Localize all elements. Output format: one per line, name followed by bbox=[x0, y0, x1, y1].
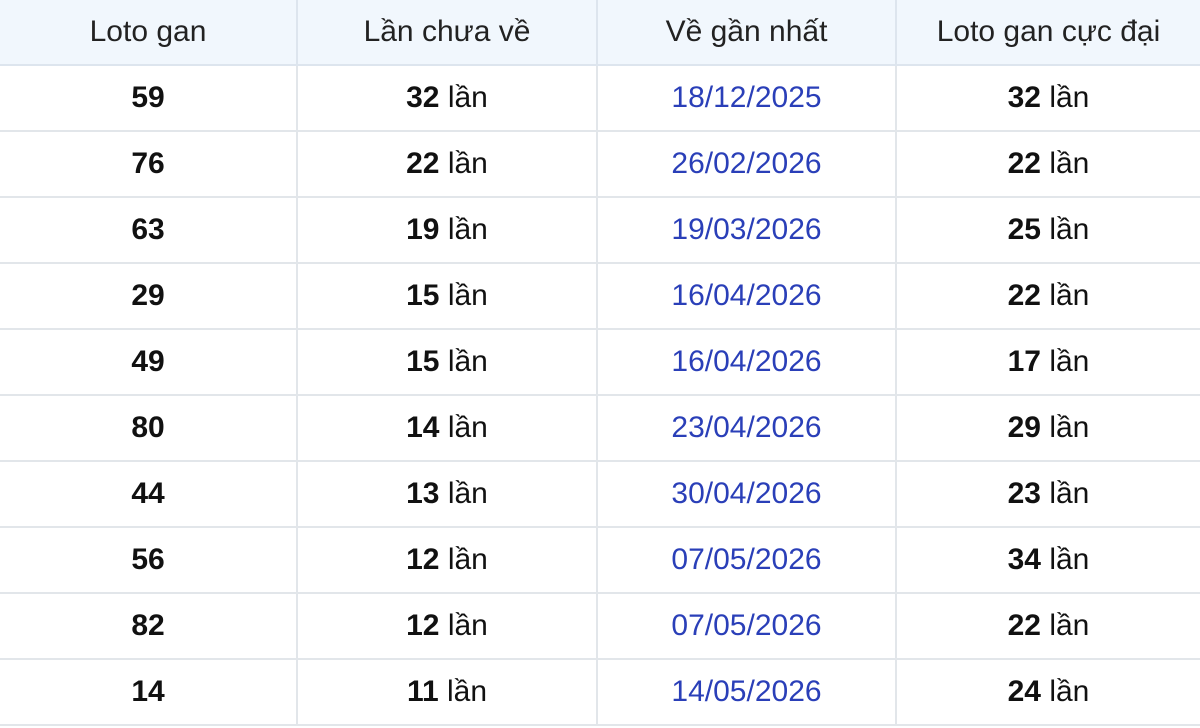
max-gap-cell: 22 lần bbox=[896, 131, 1200, 198]
table-row: 44 13 lần 30/04/2026 23 lần bbox=[0, 461, 1200, 528]
missed-count: 14 bbox=[406, 411, 440, 444]
last-seen-date: 19/03/2026 bbox=[597, 197, 897, 264]
loto-number: 44 bbox=[0, 461, 298, 528]
max-gap-count: 17 bbox=[1007, 345, 1041, 378]
missed-count: 12 bbox=[406, 609, 440, 642]
header-loto-gan-cuc-dai: Loto gan cực đại bbox=[896, 0, 1200, 66]
last-seen-date: 23/04/2026 bbox=[597, 395, 897, 462]
max-gap-count: 22 bbox=[1007, 147, 1041, 180]
table-row: 63 19 lần 19/03/2026 25 lần bbox=[0, 197, 1200, 264]
unit-label: lần bbox=[447, 543, 488, 576]
unit-label: lần bbox=[1049, 675, 1090, 708]
missed-count: 13 bbox=[406, 477, 440, 510]
unit-label: lần bbox=[447, 147, 488, 180]
unit-label: lần bbox=[447, 411, 488, 444]
table-row: 56 12 lần 07/05/2026 34 lần bbox=[0, 527, 1200, 594]
missed-count-cell: 15 lần bbox=[297, 329, 598, 396]
table-row: 49 15 lần 16/04/2026 17 lần bbox=[0, 329, 1200, 396]
table-body: 59 32 lần 18/12/2025 32 lần 76 22 lần 26/02/20… bbox=[0, 65, 1200, 726]
loto-number: 80 bbox=[0, 395, 298, 462]
missed-count-cell: 12 lần bbox=[297, 527, 598, 594]
last-seen-date: 16/04/2026 bbox=[597, 263, 897, 330]
table-row: 80 14 lần 23/04/2026 29 lần bbox=[0, 395, 1200, 462]
last-seen-date: 18/12/2025 bbox=[597, 65, 897, 132]
last-seen-date: 14/05/2026 bbox=[597, 659, 897, 726]
table-row: 82 12 lần 07/05/2026 22 lần bbox=[0, 593, 1200, 660]
max-gap-count: 22 bbox=[1007, 609, 1041, 642]
missed-count: 22 bbox=[406, 147, 440, 180]
unit-label: lần bbox=[1049, 411, 1090, 444]
max-gap-count: 24 bbox=[1007, 675, 1041, 708]
unit-label: lần bbox=[1049, 213, 1090, 246]
unit-label: lần bbox=[1049, 543, 1090, 576]
unit-label: lần bbox=[447, 609, 488, 642]
unit-label: lần bbox=[1049, 609, 1090, 642]
loto-number: 76 bbox=[0, 131, 298, 198]
max-gap-cell: 34 lần bbox=[896, 527, 1200, 594]
last-seen-date: 26/02/2026 bbox=[597, 131, 897, 198]
loto-number: 56 bbox=[0, 527, 298, 594]
unit-label: lần bbox=[447, 279, 488, 312]
missed-count: 15 bbox=[406, 345, 440, 378]
max-gap-count: 25 bbox=[1007, 213, 1041, 246]
max-gap-cell: 22 lần bbox=[896, 593, 1200, 660]
loto-gan-table: Loto gan Lần chưa về Về gần nhất Loto ga… bbox=[0, 0, 1200, 726]
missed-count: 11 bbox=[406, 675, 439, 708]
max-gap-count: 29 bbox=[1007, 411, 1041, 444]
max-gap-cell: 23 lần bbox=[896, 461, 1200, 528]
missed-count: 19 bbox=[406, 213, 440, 246]
loto-number: 14 bbox=[0, 659, 298, 726]
unit-label: lần bbox=[447, 81, 488, 114]
max-gap-count: 32 bbox=[1007, 81, 1041, 114]
unit-label: lần bbox=[1049, 345, 1090, 378]
missed-count: 32 bbox=[406, 81, 440, 114]
table-row: 14 11 lần 14/05/2026 24 lần bbox=[0, 659, 1200, 726]
missed-count: 15 bbox=[406, 279, 440, 312]
unit-label: lần bbox=[447, 477, 488, 510]
missed-count-cell: 12 lần bbox=[297, 593, 598, 660]
max-gap-cell: 22 lần bbox=[896, 263, 1200, 330]
unit-label: lần bbox=[447, 345, 488, 378]
table-row: 76 22 lần 26/02/2026 22 lần bbox=[0, 131, 1200, 198]
header-ve-gan-nhat: Về gần nhất bbox=[597, 0, 897, 66]
max-gap-cell: 32 lần bbox=[896, 65, 1200, 132]
unit-label: lần bbox=[447, 213, 488, 246]
missed-count: 12 bbox=[406, 543, 440, 576]
missed-count-cell: 14 lần bbox=[297, 395, 598, 462]
last-seen-date: 30/04/2026 bbox=[597, 461, 897, 528]
header-row: Loto gan Lần chưa về Về gần nhất Loto ga… bbox=[0, 0, 1200, 66]
unit-label: lần bbox=[1049, 279, 1090, 312]
last-seen-date: 07/05/2026 bbox=[597, 593, 897, 660]
unit-label: lần bbox=[1049, 477, 1090, 510]
max-gap-count: 23 bbox=[1007, 477, 1041, 510]
max-gap-count: 22 bbox=[1007, 279, 1041, 312]
last-seen-date: 16/04/2026 bbox=[597, 329, 897, 396]
loto-number: 59 bbox=[0, 65, 298, 132]
missed-count-cell: 19 lần bbox=[297, 197, 598, 264]
max-gap-cell: 17 lần bbox=[896, 329, 1200, 396]
missed-count-cell: 13 lần bbox=[297, 461, 598, 528]
unit-label: lần bbox=[447, 675, 488, 708]
loto-number: 49 bbox=[0, 329, 298, 396]
unit-label: lần bbox=[1049, 147, 1090, 180]
header-lan-chua-ve: Lần chưa về bbox=[297, 0, 598, 66]
table-row: 29 15 lần 16/04/2026 22 lần bbox=[0, 263, 1200, 330]
max-gap-cell: 25 lần bbox=[896, 197, 1200, 264]
header-loto-gan: Loto gan bbox=[0, 0, 298, 66]
last-seen-date: 07/05/2026 bbox=[597, 527, 897, 594]
unit-label: lần bbox=[1049, 81, 1090, 114]
missed-count-cell: 15 lần bbox=[297, 263, 598, 330]
max-gap-cell: 29 lần bbox=[896, 395, 1200, 462]
missed-count-cell: 32 lần bbox=[297, 65, 598, 132]
max-gap-count: 34 bbox=[1007, 543, 1041, 576]
loto-number: 63 bbox=[0, 197, 298, 264]
loto-number: 29 bbox=[0, 263, 298, 330]
loto-number: 82 bbox=[0, 593, 298, 660]
missed-count-cell: 11 lần bbox=[297, 659, 598, 726]
table-row: 59 32 lần 18/12/2025 32 lần bbox=[0, 65, 1200, 132]
max-gap-cell: 24 lần bbox=[896, 659, 1200, 726]
table-header: Loto gan Lần chưa về Về gần nhất Loto ga… bbox=[0, 0, 1200, 66]
missed-count-cell: 22 lần bbox=[297, 131, 598, 198]
